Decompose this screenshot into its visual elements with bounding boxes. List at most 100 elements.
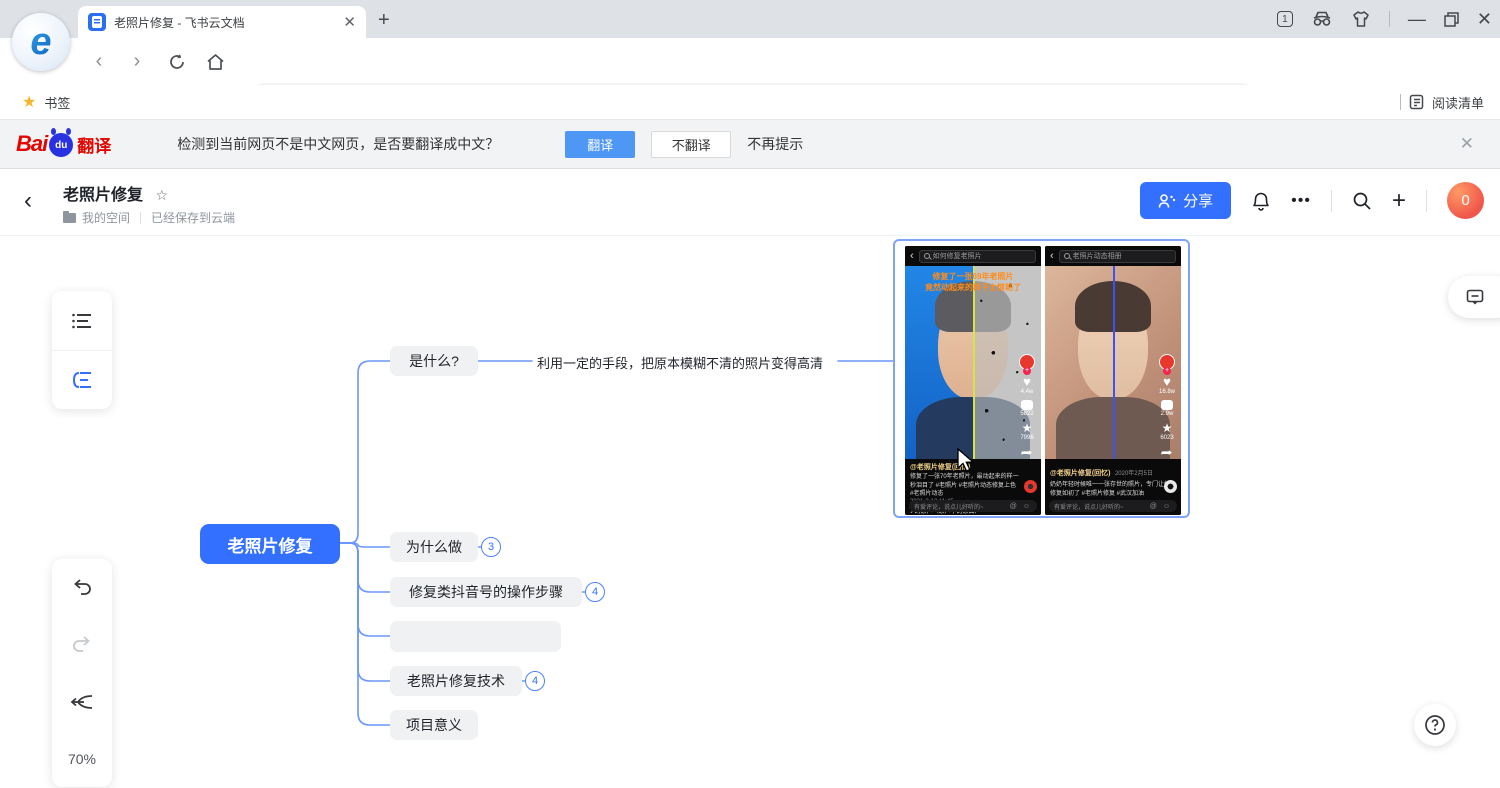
bookmark-star-icon[interactable]: ★ (22, 92, 36, 112)
redo-button[interactable] (52, 616, 112, 673)
douyin-action-rail: ♥ 16.8w 2.9w ★ 6023 ➦ 878 (1156, 354, 1178, 459)
outline-list-icon (72, 313, 92, 329)
doc-favorite-star-icon[interactable]: ☆ (155, 187, 168, 203)
mindmap-node-steps[interactable]: 修复类抖音号的操作步骤 (390, 577, 582, 607)
tab-count-icon[interactable]: 1 (1277, 11, 1293, 27)
search-icon[interactable] (1352, 191, 1372, 211)
mindmap-image-node[interactable]: ‹ 如何修复老照片 修复了一张69年老照片 竟然动起来的样子太惊艳了 (893, 239, 1190, 518)
browser-toolbar: ‹ › ☆ 译 ▼ (0, 38, 1500, 85)
comments-panel-toggle[interactable] (1448, 276, 1500, 318)
comment-bubble-icon (1466, 289, 1484, 306)
douyin-video-right: ♥ 16.8w 2.9w ★ 6023 ➦ 878 (1045, 266, 1181, 459)
browser-tab[interactable]: 老照片修复 - 飞书云文档 ✕ (78, 6, 366, 38)
window-restore-button[interactable] (1444, 12, 1459, 27)
doc-title: 老照片修复 (63, 181, 143, 205)
douyin-screenshot-right: ‹ 老照片动态相册 ♥ 16.8w 2.9w ★ 6023 (1045, 246, 1181, 515)
home-button[interactable] (206, 53, 225, 71)
translate-prompt-text: 检测到当前网页不是中文网页，是否要翻译成中文？ (177, 134, 499, 154)
mindmap-canvas[interactable]: 70% 老照片修复 是什么? 利用一定的手段，把原本模糊不清的照片变得高清 为什… (0, 235, 1500, 788)
music-disc-icon (1024, 480, 1037, 493)
douyin-screenshot-left: ‹ 如何修复老照片 修复了一张69年老照片 竟然动起来的样子太惊艳了 (905, 246, 1041, 515)
emoji-at-icons: @ ☺ (1010, 503, 1032, 510)
douyin-back-icon: ‹ (1050, 250, 1054, 262)
baidu-translate-bar: Bai du 翻译 检测到当前网页不是中文网页，是否要翻译成中文？ 翻译 不翻译… (0, 119, 1500, 169)
douyin-search-bar: 如何修复老照片 (919, 250, 1036, 263)
create-new-icon[interactable]: + (1392, 187, 1406, 215)
undo-button[interactable] (52, 559, 112, 616)
mindmap-text-what-detail[interactable]: 利用一定的手段，把原本模糊不清的照片变得高清 (537, 353, 823, 372)
theme-skin-icon[interactable] (1351, 10, 1371, 28)
divider (1400, 94, 1401, 110)
mindmap-node-why[interactable]: 为什么做 (390, 532, 478, 562)
douyin-video-left: 修复了一张69年老照片 竟然动起来的样子太惊艳了 ♥ 4.4w 5822 ★ 7… (905, 266, 1041, 459)
collapse-branches-button[interactable] (52, 673, 112, 730)
music-disc-icon (1164, 480, 1177, 493)
help-button[interactable] (1414, 704, 1456, 746)
baidu-paw-icon: du (49, 133, 73, 157)
tab-title: 老照片修复 - 飞书云文档 (114, 14, 335, 31)
never-remind-button[interactable]: 不再提示 (747, 134, 803, 154)
folder-icon (63, 213, 76, 223)
mindmap-node-tech[interactable]: 老照片修复技术 (390, 666, 522, 696)
doc-save-status: 已经保存到云端 (151, 209, 235, 226)
mindmap-node-meaning[interactable]: 项目意义 (390, 710, 478, 740)
mindmap-connectors (0, 236, 1500, 788)
reading-list-icon[interactable] (1409, 94, 1424, 110)
doc-space-breadcrumb[interactable]: 我的空间 (82, 209, 130, 226)
incognito-icon[interactable] (1311, 11, 1333, 27)
back-button[interactable]: ‹ (86, 50, 112, 73)
refresh-button[interactable] (168, 53, 186, 71)
collapsed-count-badge[interactable]: 4 (525, 671, 545, 691)
divider (140, 212, 141, 224)
notification-bell-icon[interactable] (1251, 190, 1271, 211)
mindmap-view-button[interactable] (52, 350, 112, 409)
search-icon (924, 253, 930, 259)
view-switch-panel (52, 291, 112, 409)
douyin-action-rail: ♥ 4.4w 5822 ★ 7996 ➦ 5865 (1016, 354, 1038, 459)
share-people-icon (1158, 193, 1176, 209)
window-close-button[interactable]: ✕ (1477, 9, 1492, 30)
outline-view-button[interactable] (52, 291, 112, 350)
douyin-username: @老照片修复(回忆) (1050, 470, 1111, 477)
collapsed-count-badge[interactable]: 4 (585, 582, 605, 602)
search-icon (1064, 253, 1070, 259)
bookmarks-bar: ★ 书签 阅读清单 (0, 85, 1500, 119)
mindmap-node-what[interactable]: 是什么? (390, 346, 478, 376)
zoom-level-indicator[interactable]: 70% (52, 730, 112, 787)
browser-tab-bar: e 老照片修复 - 飞书云文档 ✕ + 1 — ✕ (0, 0, 1500, 38)
no-translate-button[interactable]: 不翻译 (651, 131, 731, 158)
browser-logo-icon[interactable]: e (12, 13, 70, 71)
mindmap-node-empty[interactable] (390, 621, 561, 652)
doc-more-menu-icon[interactable]: ••• (1291, 192, 1311, 210)
bookmarks-label[interactable]: 书签 (44, 93, 70, 112)
divider (1331, 190, 1332, 212)
forward-button[interactable]: › (124, 50, 150, 73)
doc-back-button[interactable]: ‹ (24, 187, 32, 215)
douyin-back-icon: ‹ (910, 250, 914, 262)
uploader-avatar (1159, 354, 1175, 370)
translate-bar-close-icon[interactable]: ✕ (1460, 134, 1474, 154)
comment-input-bar: 有爱评论，说点儿好听的~ @ ☺ (1049, 500, 1177, 512)
user-avatar[interactable]: 0 (1447, 182, 1484, 219)
douyin-search-bar: 老照片动态相册 (1059, 250, 1176, 263)
window-minimize-button[interactable]: — (1408, 9, 1426, 30)
tab-close-icon[interactable]: ✕ (343, 13, 356, 31)
mouse-cursor (956, 448, 976, 474)
mindmap-root-node[interactable]: 老照片修复 (200, 524, 340, 564)
collapsed-count-badge[interactable]: 3 (481, 537, 501, 557)
video-overlay-title: 修复了一张69年老照片 竟然动起来的样子太惊艳了 (905, 272, 1041, 294)
favorite-icon: ★ (1022, 422, 1033, 434)
share-icon: ➦ (1021, 446, 1033, 459)
divider (1426, 190, 1427, 212)
reading-list-label[interactable]: 阅读清单 (1432, 93, 1484, 112)
baidu-translate-logo: Bai du 翻译 (16, 131, 111, 157)
new-tab-button[interactable]: + (378, 10, 390, 30)
douyin-caption-area: @老照片修复(回忆) 2020年2月5日 奶奶年轻时候唯一一张存世的照片，专门让… (1045, 459, 1181, 515)
like-icon: ♥ (1163, 375, 1171, 388)
favorite-icon: ★ (1162, 422, 1173, 434)
share-button[interactable]: 分享 (1140, 182, 1231, 219)
comment-input-bar: 有爱评论，说点儿好听的~ @ ☺ (909, 500, 1037, 512)
like-icon: ♥ (1023, 375, 1031, 388)
mindmap-icon (71, 371, 93, 389)
translate-button[interactable]: 翻译 (565, 131, 635, 158)
